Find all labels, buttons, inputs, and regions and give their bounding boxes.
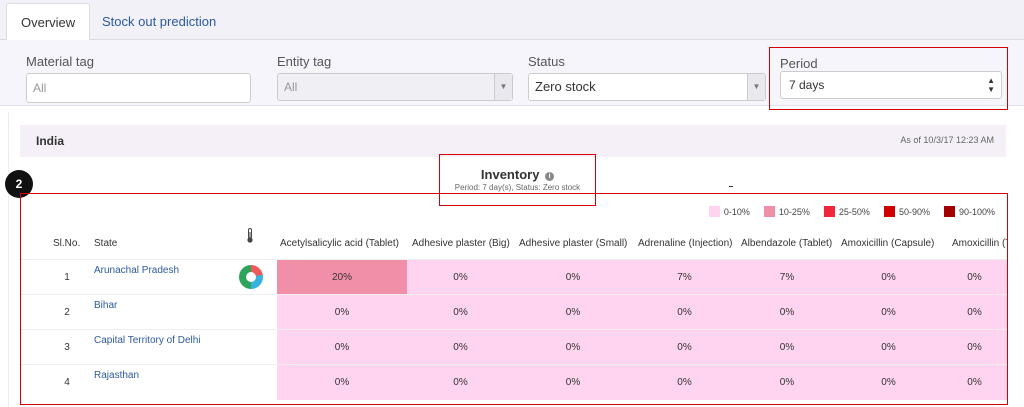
value-cell[interactable]: 20%	[277, 260, 407, 295]
material-tag-label: Material tag	[26, 54, 94, 69]
value-cell[interactable]: 0%	[277, 330, 407, 365]
row-sl-no: 1	[64, 272, 70, 283]
as-of-timestamp: As of 10/3/17 12:23 AM	[900, 135, 994, 145]
region-header: India As of 10/3/17 12:23 AM	[20, 125, 1006, 157]
chevron-down-icon[interactable]: ▼	[494, 74, 512, 100]
value-cell[interactable]: 0%	[940, 365, 1007, 400]
legend-item: 10-25%	[763, 206, 810, 218]
value-cell[interactable]: 0%	[514, 260, 632, 295]
period-select[interactable]: 7 days ▲ ▼	[780, 71, 1002, 99]
value-cell[interactable]: 0%	[407, 260, 514, 295]
material-tag-placeholder: All	[33, 81, 47, 95]
value-cell[interactable]: 0%	[940, 295, 1007, 330]
value-cell[interactable]: 0%	[837, 295, 940, 330]
tab-overview[interactable]: Overview	[6, 3, 91, 41]
row-state-link[interactable]: Rajasthan	[94, 365, 139, 400]
value-cell[interactable]: 0%	[837, 330, 940, 365]
value-cell[interactable]: 0%	[837, 260, 940, 295]
value-cell[interactable]: 7%	[632, 260, 737, 295]
table-row: 2 Bihar 0% 0% 0% 0% 0% 0% 0%	[21, 294, 1007, 330]
legend-item: 50-90%	[883, 206, 930, 218]
header-material[interactable]: Albendazole (Tablet)	[741, 230, 832, 258]
value-cell[interactable]: 0%	[737, 330, 837, 365]
legend-swatch	[943, 206, 955, 217]
value-cell[interactable]: 0%	[277, 365, 407, 400]
period-label: Period	[780, 56, 818, 71]
inventory-table: 0-10% 10-25% 25-50% 50-90% 90-100% Sl.No…	[20, 193, 1008, 405]
status-value: Zero stock	[535, 79, 596, 94]
table-header: Sl.No. State Acetylsalicylic acid (Table…	[21, 230, 1007, 258]
value-cell[interactable]: 0%	[940, 260, 1007, 295]
status-filter: Status Zero stock ▼	[528, 54, 766, 101]
chevron-down-icon[interactable]: ▼	[747, 74, 765, 100]
table-row: 3 Capital Territory of Delhi 0% 0% 0% 0%…	[21, 329, 1007, 365]
entity-tag-value: All	[284, 80, 298, 94]
header-material[interactable]: Acetylsalicylic acid (Tablet)	[280, 230, 399, 258]
value-cell[interactable]: 0%	[514, 365, 632, 400]
header-state: State	[94, 238, 118, 249]
status-label: Status	[528, 54, 565, 69]
report-subtitle: Period: 7 day(s), Status: Zero stock	[454, 183, 581, 192]
legend: 0-10% 10-25% 25-50% 50-90% 90-100%	[695, 206, 995, 218]
value-cell[interactable]: 0%	[737, 295, 837, 330]
material-tag-filter: Material tag All	[26, 54, 251, 103]
legend-item: 90-100%	[943, 206, 995, 218]
value-cell[interactable]: 0%	[632, 330, 737, 365]
period-value: 7 days	[789, 78, 825, 92]
header-sl-no: Sl.No.	[53, 238, 81, 249]
info-icon[interactable]: i	[545, 172, 555, 181]
tab-stock-out-prediction[interactable]: Stock out prediction	[88, 3, 230, 40]
up-down-arrows-icon: ▲ ▼	[987, 76, 995, 94]
row-state-link[interactable]: Capital Territory of Delhi	[94, 330, 201, 365]
legend-swatch	[823, 206, 835, 217]
row-state-link[interactable]: Bihar	[94, 295, 117, 330]
value-cell[interactable]: 0%	[940, 330, 1007, 365]
period-filter: Period 7 days ▲ ▼	[769, 47, 1008, 110]
entity-tag-label: Entity tag	[277, 54, 332, 69]
value-cell[interactable]: 0%	[407, 365, 514, 400]
thermometer-icon[interactable]	[247, 228, 253, 243]
divider	[729, 186, 733, 187]
header-material[interactable]: Amoxicillin (Capsule)	[841, 230, 934, 258]
value-cell[interactable]: 0%	[632, 295, 737, 330]
header-material[interactable]: Amoxicillin (Ta	[952, 230, 1007, 258]
header-material[interactable]: Adhesive plaster (Small)	[519, 230, 627, 258]
legend-item: 25-50%	[823, 206, 870, 218]
value-cell[interactable]: 0%	[407, 295, 514, 330]
table-row: 4 Rajasthan 0% 0% 0% 0% 0% 0% 0%	[21, 364, 1007, 400]
tab-bar: Overview Stock out prediction	[0, 0, 1024, 41]
header-material[interactable]: Adrenaline (Injection)	[638, 230, 733, 258]
value-cell[interactable]: 0%	[514, 295, 632, 330]
value-cell[interactable]: 0%	[837, 365, 940, 400]
legend-swatch	[883, 206, 895, 217]
header-material[interactable]: Adhesive plaster (Big)	[412, 230, 510, 258]
table-row: 1 Arunachal Pradesh 20% 0% 0% 7% 7% 0% 0…	[21, 259, 1007, 295]
value-cell[interactable]: 0%	[737, 365, 837, 400]
entity-tag-select[interactable]: All ▼	[277, 73, 513, 101]
row-state-link[interactable]: Arunachal Pradesh	[94, 260, 179, 295]
material-tag-input[interactable]: All	[26, 73, 251, 103]
legend-swatch	[763, 206, 775, 217]
row-sl-no: 4	[64, 377, 70, 388]
value-cell[interactable]: 0%	[277, 295, 407, 330]
entity-tag-filter: Entity tag All ▼	[277, 54, 513, 101]
legend-swatch	[708, 206, 720, 217]
status-select[interactable]: Zero stock ▼	[528, 73, 766, 101]
value-cell[interactable]: 0%	[632, 365, 737, 400]
value-cell[interactable]: 7%	[737, 260, 837, 295]
row-sl-no: 3	[64, 342, 70, 353]
value-cell[interactable]: 0%	[407, 330, 514, 365]
legend-item: 0-10%	[708, 206, 750, 218]
row-sl-no: 2	[64, 307, 70, 318]
region-name: India	[36, 134, 65, 148]
donut-chart-icon[interactable]	[239, 265, 263, 289]
value-cell[interactable]: 0%	[514, 330, 632, 365]
report-title: Inventory	[480, 167, 540, 182]
